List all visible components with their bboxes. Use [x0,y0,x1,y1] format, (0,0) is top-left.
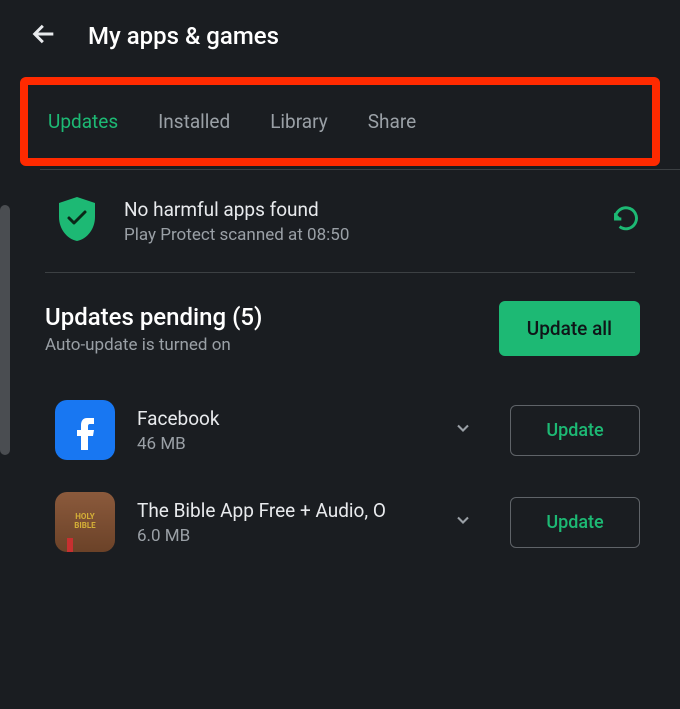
tab-library[interactable]: Library [270,110,328,133]
shield-check-icon [55,195,99,247]
chevron-down-icon[interactable] [453,510,473,534]
play-protect-section: No harmful apps found Play Protect scann… [0,170,680,272]
app-row: HOLY BIBLE The Bible App Free + Audio, O… [0,476,680,568]
update-all-button[interactable]: Update all [499,301,640,356]
back-arrow-icon[interactable] [30,20,58,52]
bible-app-icon[interactable]: HOLY BIBLE [55,492,115,552]
tab-updates[interactable]: Updates [48,110,118,133]
app-size: 6.0 MB [137,526,431,546]
app-info[interactable]: The Bible App Free + Audio, O 6.0 MB [137,499,431,546]
ribbon-decoration [67,538,73,552]
protect-subtitle: Play Protect scanned at 08:50 [124,225,587,245]
tab-share[interactable]: Share [368,110,416,133]
update-button[interactable]: Update [510,405,640,456]
updates-header: Updates pending (5) Auto-update is turne… [0,273,680,384]
tab-bar: Updates Installed Library Share [28,95,652,148]
protect-title: No harmful apps found [124,198,587,221]
app-info[interactable]: Facebook 46 MB [137,407,431,454]
bible-icon-label: HOLY BIBLE [74,513,95,531]
page-title: My apps & games [88,22,279,50]
facebook-app-icon[interactable] [55,400,115,460]
tab-installed[interactable]: Installed [158,110,230,133]
updates-pending-title: Updates pending (5) [45,303,499,331]
update-button[interactable]: Update [510,497,640,548]
app-name: The Bible App Free + Audio, O [137,499,431,522]
app-name: Facebook [137,407,431,430]
app-row: Facebook 46 MB Update [0,384,680,476]
auto-update-subtitle: Auto-update is turned on [45,335,499,355]
chevron-down-icon[interactable] [453,418,473,442]
refresh-icon[interactable] [612,205,640,237]
scroll-indicator[interactable] [0,205,10,455]
app-size: 46 MB [137,434,431,454]
tabs-highlight-annotation: Updates Installed Library Share [20,77,660,166]
